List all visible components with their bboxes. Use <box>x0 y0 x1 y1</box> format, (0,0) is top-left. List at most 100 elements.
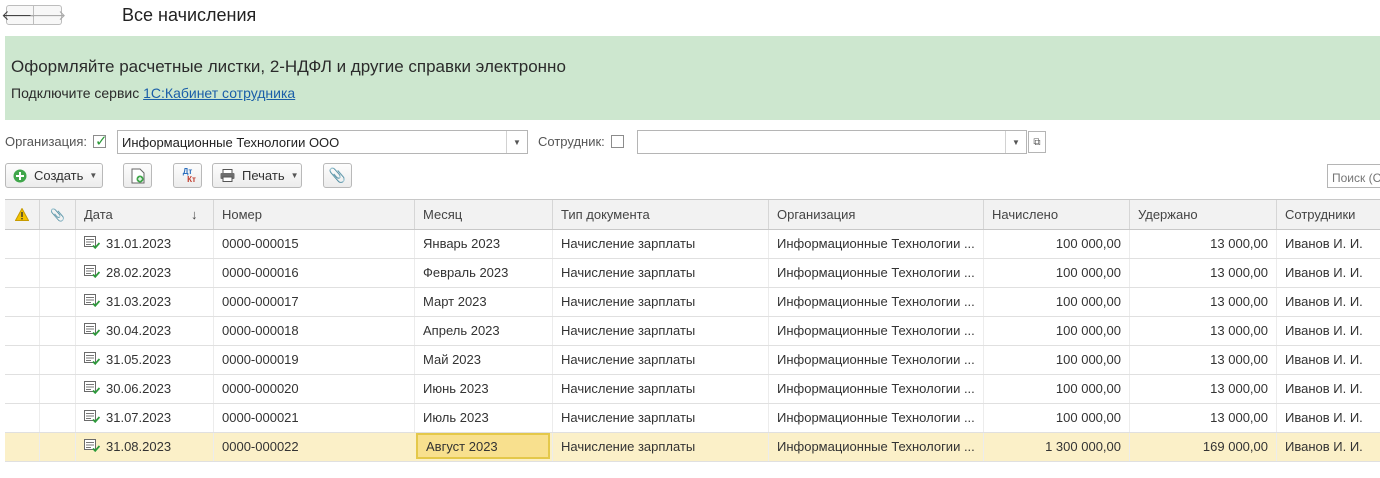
dtkt-button[interactable]: Дт Кт <box>173 163 202 188</box>
cell-accrued[interactable]: 100 000,00 <box>983 346 1129 374</box>
cell-date[interactable]: 30.06.2023 <box>75 375 213 403</box>
cell-type[interactable]: Начисление зарплаты <box>552 259 768 287</box>
cell-number[interactable]: 0000-000021 <box>213 404 414 432</box>
table-row[interactable]: 31.05.2023 0000-000019 Май 2023 Начисление … <box>5 346 1380 375</box>
cell-number[interactable]: 0000-000018 <box>213 317 414 345</box>
cell-employees[interactable]: Иванов И. И. <box>1276 375 1380 403</box>
cell-accrued[interactable]: 100 000,00 <box>983 288 1129 316</box>
cell-month[interactable]: Июль 2023 <box>414 404 552 432</box>
cell-warning[interactable] <box>5 404 39 432</box>
cell-warning[interactable] <box>5 433 39 461</box>
cell-accrued[interactable]: 100 000,00 <box>983 375 1129 403</box>
cell-attachment[interactable] <box>39 433 75 461</box>
organization-checkbox[interactable]: ✓ <box>93 133 108 150</box>
attach-button[interactable]: 📎 <box>323 163 352 188</box>
cell-attachment[interactable] <box>39 375 75 403</box>
cell-number[interactable]: 0000-000020 <box>213 375 414 403</box>
cell-attachment[interactable] <box>39 288 75 316</box>
cell-withheld[interactable]: 13 000,00 <box>1129 404 1276 432</box>
header-month[interactable]: Месяц <box>414 200 552 229</box>
chevron-down-icon[interactable]: ▼ <box>506 131 527 153</box>
cell-employees[interactable]: Иванов И. И. <box>1276 346 1380 374</box>
chevron-down-icon[interactable]: ▼ <box>1005 131 1026 153</box>
cell-withheld[interactable]: 13 000,00 <box>1129 317 1276 345</box>
cell-attachment[interactable] <box>39 259 75 287</box>
cell-org[interactable]: Информационные Технологии ... <box>768 288 983 316</box>
cell-date[interactable]: 28.02.2023 <box>75 259 213 287</box>
cell-warning[interactable] <box>5 375 39 403</box>
cell-type[interactable]: Начисление зарплаты <box>552 433 768 461</box>
cell-warning[interactable] <box>5 288 39 316</box>
cell-date[interactable]: 31.01.2023 <box>75 230 213 258</box>
print-button[interactable]: Печать ▼ <box>212 163 302 188</box>
cell-withheld[interactable]: 13 000,00 <box>1129 375 1276 403</box>
table-row[interactable]: 30.06.2023 0000-000020 Июнь 2023 Начисление… <box>5 375 1380 404</box>
cell-accrued[interactable]: 100 000,00 <box>983 404 1129 432</box>
cell-date[interactable]: 31.03.2023 <box>75 288 213 316</box>
header-accrued[interactable]: Начислено <box>983 200 1129 229</box>
cell-number[interactable]: 0000-000019 <box>213 346 414 374</box>
cell-org[interactable]: Информационные Технологии ... <box>768 433 983 461</box>
cell-number[interactable]: 0000-000015 <box>213 230 414 258</box>
cell-employees[interactable]: Иванов И. И. <box>1276 317 1380 345</box>
cell-date[interactable]: 30.04.2023 <box>75 317 213 345</box>
cell-month[interactable]: Май 2023 <box>414 346 552 374</box>
cell-employees[interactable]: Иванов И. И. <box>1276 230 1380 258</box>
header-warning[interactable] <box>5 200 39 229</box>
organization-select[interactable]: Информационные Технологии ООО ▼ <box>117 130 528 154</box>
cell-type[interactable]: Начисление зарплаты <box>552 317 768 345</box>
table-row[interactable]: 31.07.2023 0000-000021 Июль 2023 Начисление… <box>5 404 1380 433</box>
cell-attachment[interactable] <box>39 404 75 432</box>
cell-withheld[interactable]: 169 000,00 <box>1129 433 1276 461</box>
cell-org[interactable]: Информационные Технологии ... <box>768 230 983 258</box>
cell-date[interactable]: 31.05.2023 <box>75 346 213 374</box>
cell-date[interactable]: 31.08.2023 <box>75 433 213 461</box>
cell-accrued[interactable]: 100 000,00 <box>983 230 1129 258</box>
cell-attachment[interactable] <box>39 317 75 345</box>
cell-org[interactable]: Информационные Технологии ... <box>768 317 983 345</box>
cell-number[interactable]: 0000-000017 <box>213 288 414 316</box>
table-row[interactable]: 30.04.2023 0000-000018 Апрель 2023 Начислен… <box>5 317 1380 346</box>
cell-employees[interactable]: Иванов И. И. <box>1276 288 1380 316</box>
cell-type[interactable]: Начисление зарплаты <box>552 230 768 258</box>
table-row[interactable]: 31.01.2023 0000-000015 Январь 2023 Начислен… <box>5 230 1380 259</box>
header-date[interactable]: Дата ↓ <box>75 200 213 229</box>
cell-org[interactable]: Информационные Технологии ... <box>768 346 983 374</box>
cell-withheld[interactable]: 13 000,00 <box>1129 230 1276 258</box>
cell-withheld[interactable]: 13 000,00 <box>1129 346 1276 374</box>
table-row[interactable]: 31.08.2023 0000-000022 Август 2023 Начислен… <box>5 433 1380 462</box>
cell-type[interactable]: Начисление зарплаты <box>552 288 768 316</box>
employee-checkbox[interactable] <box>611 135 624 148</box>
cell-employees[interactable]: Иванов И. И. <box>1276 404 1380 432</box>
create-button[interactable]: Создать ▼ <box>5 163 103 188</box>
cell-accrued[interactable]: 1 300 000,00 <box>983 433 1129 461</box>
cell-attachment[interactable] <box>39 230 75 258</box>
table-row[interactable]: 31.03.2023 0000-000017 Март 2023 Начисление… <box>5 288 1380 317</box>
header-employees[interactable]: Сотрудники <box>1276 200 1380 229</box>
cell-warning[interactable] <box>5 317 39 345</box>
cell-type[interactable]: Начисление зарплаты <box>552 375 768 403</box>
table-row[interactable]: 28.02.2023 0000-000016 Февраль 2023 Начисле… <box>5 259 1380 288</box>
cell-employees[interactable]: Иванов И. И. <box>1276 433 1380 461</box>
cell-type[interactable]: Начисление зарплаты <box>552 346 768 374</box>
cell-month[interactable]: Февраль 2023 <box>414 259 552 287</box>
cell-accrued[interactable]: 100 000,00 <box>983 317 1129 345</box>
cell-number[interactable]: 0000-000016 <box>213 259 414 287</box>
cell-month[interactable]: Март 2023 <box>414 288 552 316</box>
header-number[interactable]: Номер <box>213 200 414 229</box>
header-withheld[interactable]: Удержано <box>1129 200 1276 229</box>
cell-org[interactable]: Информационные Технологии ... <box>768 259 983 287</box>
cell-month[interactable]: Январь 2023 <box>414 230 552 258</box>
cell-accrued[interactable]: 100 000,00 <box>983 259 1129 287</box>
employee-select[interactable]: ▼ <box>637 130 1027 154</box>
cell-warning[interactable] <box>5 259 39 287</box>
header-organization[interactable]: Организация <box>768 200 983 229</box>
forward-button[interactable]: 🡒 <box>29 5 66 25</box>
cell-employees[interactable]: Иванов И. И. <box>1276 259 1380 287</box>
cell-date[interactable]: 31.07.2023 <box>75 404 213 432</box>
cell-org[interactable]: Информационные Технологии ... <box>768 375 983 403</box>
banner-link[interactable]: 1С:Кабинет сотрудника <box>143 85 295 101</box>
cell-attachment[interactable] <box>39 346 75 374</box>
header-attachments[interactable]: 📎 <box>39 200 75 229</box>
cell-org[interactable]: Информационные Технологии ... <box>768 404 983 432</box>
